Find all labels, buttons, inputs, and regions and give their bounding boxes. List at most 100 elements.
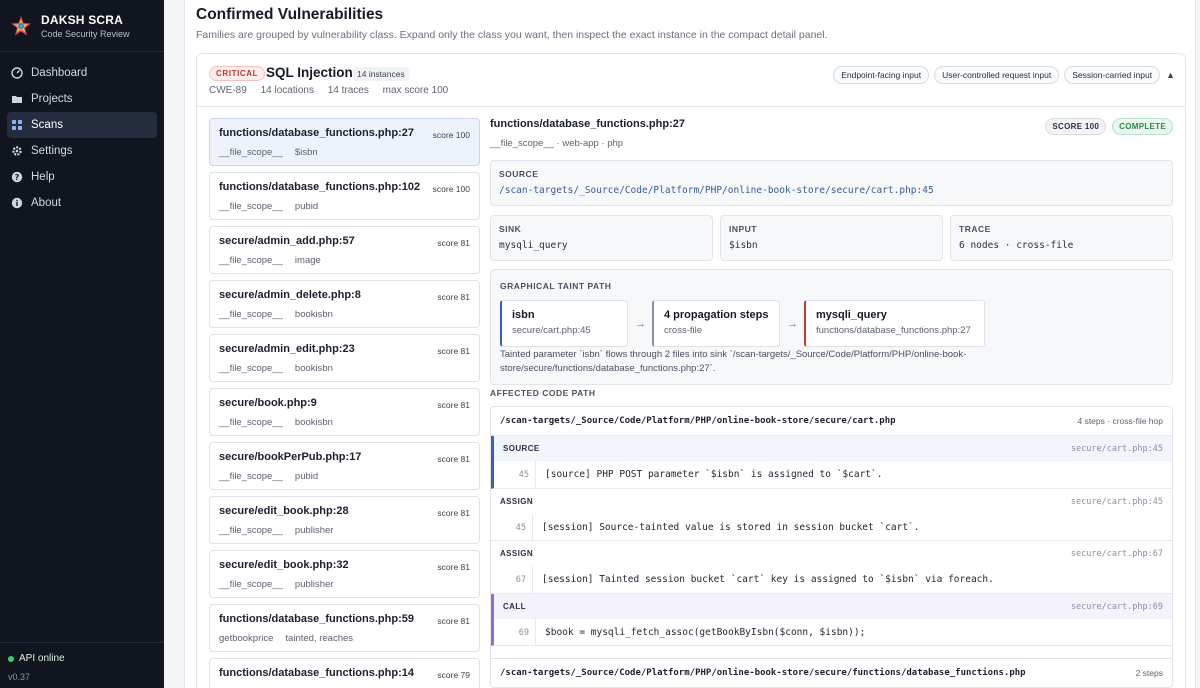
step-location: secure/cart.php:45 [1070, 444, 1163, 454]
location-count: 14 locations [260, 85, 314, 96]
affected-code-label: AFFECTED CODE PATH [490, 388, 596, 398]
instance-score: score 81 [437, 508, 470, 518]
instance-title: functions/database_functions.php:14 [219, 667, 414, 679]
trace-value: 6 nodes · cross-file [959, 240, 1074, 251]
nav-label: Projects [31, 93, 73, 105]
instance-sub: __file_scope__ bookisbn [219, 417, 345, 428]
instance-card[interactable]: functions/database_functions.php:59 scor… [209, 604, 480, 652]
cwe-id: CWE-89 [209, 85, 247, 96]
instance-score: score 81 [437, 454, 470, 464]
app-version: v0.37 [8, 672, 31, 682]
source-value: /scan-targets/_Source/Code/Platform/PHP/… [499, 185, 934, 196]
instance-scope: __file_scope__ [219, 579, 283, 590]
max-score: max score 100 [382, 85, 449, 96]
code-step[interactable]: ASSIGN secure/cart.php:67 67 [session] Tai… [491, 541, 1172, 594]
nav-label: Scans [31, 119, 63, 131]
instance-var: $isbn [294, 147, 318, 158]
app-subtitle: Code Security Review [41, 28, 130, 39]
instance-score: score 81 [437, 238, 470, 248]
nav-item-help[interactable]: ? Help [7, 164, 157, 190]
nav-item-dashboard[interactable]: Dashboard [7, 60, 157, 86]
instance-list: functions/database_functions.php:27 scor… [209, 118, 480, 688]
instance-card[interactable]: secure/bookPerPub.php:17 score 81 __file… [209, 442, 480, 490]
folder-icon [11, 93, 23, 105]
nav-label: Help [31, 171, 55, 183]
api-status-text: API online [19, 653, 65, 664]
instance-sub: __file_scope__ bookisbn [219, 363, 345, 374]
page-title: Confirmed Vulnerabilities [196, 6, 384, 23]
detail-title: functions/database_functions.php:27 [490, 118, 685, 130]
line-number: 69 [518, 627, 529, 638]
instance-scope: __file_scope__ [219, 201, 283, 212]
instance-score: score 79 [437, 670, 470, 680]
instance-card[interactable]: functions/database_functions.php:14 scor… [209, 658, 480, 688]
line-number: 45 [515, 522, 526, 533]
detail-badges: SCORE 100 COMPLETE [1039, 118, 1173, 135]
graph-node-steps[interactable]: 4 propagation steps cross-file [652, 300, 780, 347]
graph-node-source[interactable]: isbn secure/cart.php:45 [500, 300, 628, 347]
instance-title: functions/database_functions.php:27 [219, 127, 414, 139]
nav-item-scans[interactable]: Scans [7, 112, 157, 138]
instance-score: score 81 [437, 400, 470, 410]
instance-title: secure/book.php:9 [219, 397, 317, 409]
code-step[interactable]: SOURCE secure/cart.php:45 45 [source] PHP … [491, 436, 1172, 489]
instance-var: bookisbn [294, 417, 333, 428]
code-file-header[interactable]: /scan-targets/_Source/Code/Platform/PHP/… [491, 658, 1172, 687]
step-location: secure/cart.php:69 [1070, 601, 1163, 612]
instance-var: pubid [294, 471, 319, 482]
tag-user-input: User-controlled request input [934, 66, 1060, 84]
instance-card[interactable]: secure/book.php:9 score 81 __file_scope_… [209, 388, 480, 436]
instance-card[interactable]: secure/admin_edit.php:23 score 81 __file… [209, 334, 480, 382]
family-meta: CWE-89 14 locations 14 traces max score … [209, 85, 459, 96]
code-file-meta: 4 steps · cross-file hop [1077, 416, 1163, 426]
status-badge: COMPLETE [1112, 118, 1173, 135]
family-name: SQL Injection [266, 65, 353, 80]
instance-scope: __file_scope__ [219, 525, 283, 536]
instance-card[interactable]: secure/edit_book.php:32 score 81 __file_… [209, 550, 480, 598]
instance-card[interactable]: functions/database_functions.php:102 sco… [209, 172, 480, 220]
instance-scope: __file_scope__ [219, 363, 283, 374]
collapse-caret-icon[interactable]: ▲ [1166, 70, 1175, 80]
instance-var: publisher [294, 525, 334, 536]
instance-card[interactable]: secure/admin_delete.php:8 score 81 __fil… [209, 280, 480, 328]
source-label: SOURCE [499, 169, 539, 179]
code-file-header[interactable]: /scan-targets/_Source/Code/Platform/PHP/… [491, 407, 1172, 436]
instance-score: score 81 [437, 562, 470, 572]
nav-item-settings[interactable]: Settings [7, 138, 157, 164]
graph-node-sink[interactable]: mysqli_query functions/database_function… [804, 300, 985, 347]
instance-title: secure/admin_delete.php:8 [219, 289, 361, 301]
instance-sub: __file_scope__ $isbn [219, 147, 330, 158]
family-header[interactable]: CRITICAL SQL Injection 14 instances CWE-… [197, 54, 1185, 107]
instance-scope: __file_scope__ [219, 255, 283, 266]
logo-icon [10, 15, 32, 37]
nav-item-projects[interactable]: Projects [7, 86, 157, 112]
instance-sub: getbookprice tainted, reaches [219, 633, 365, 644]
page-subtitle: Families are grouped by vulnerability cl… [196, 29, 828, 41]
gear-icon [11, 145, 23, 157]
node-title: mysqli_query [816, 309, 887, 321]
instance-count-badge: 14 instances [353, 67, 409, 81]
step-code: [source] PHP POST parameter `$isbn` is a… [545, 469, 883, 480]
code-step[interactable]: ASSIGN secure/cart.php:45 45 [session] Sou… [491, 489, 1172, 541]
instance-card[interactable]: functions/database_functions.php:27 scor… [209, 118, 480, 166]
instance-card[interactable]: secure/admin_add.php:57 score 81 __file_… [209, 226, 480, 274]
detail-subtitle: __file_scope__ · web-app · php [490, 138, 624, 149]
trace-box: TRACE 6 nodes · cross-file [950, 215, 1173, 261]
instance-title: secure/bookPerPub.php:17 [219, 451, 362, 463]
instance-score: score 100 [432, 130, 470, 140]
code-step[interactable]: CALL secure/cart.php:69 69 $book = mysqli_… [491, 593, 1172, 646]
instance-score: score 81 [437, 616, 470, 626]
main-content: Confirmed Vulnerabilities Families are g… [184, 0, 1196, 688]
app-name: DAKSH SCRA [41, 12, 124, 27]
instance-sub: __file_scope__ bookisbn [219, 309, 345, 320]
instance-card[interactable]: secure/edit_book.php:28 score 81 __file_… [209, 496, 480, 544]
brand[interactable]: DAKSH SCRA Code Security Review [0, 0, 164, 52]
instance-sub: __file_scope__ pubid [219, 201, 330, 212]
main-nav: Dashboard Projects Scans Settings ? Help… [0, 52, 164, 216]
nav-item-about[interactable]: About [7, 190, 157, 216]
instance-var: image [294, 255, 321, 266]
step-location: secure/cart.php:45 [1070, 496, 1163, 507]
instance-var: bookisbn [294, 363, 333, 374]
code-file-meta: 2 steps [1135, 668, 1163, 678]
node-title: isbn [512, 309, 535, 321]
